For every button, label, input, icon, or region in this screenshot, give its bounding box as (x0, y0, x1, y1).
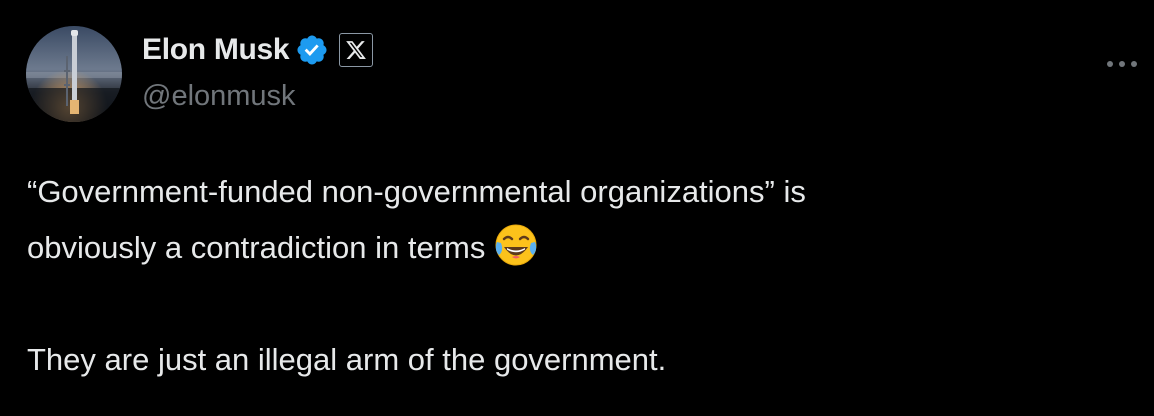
tweet-text-segment: obviously a contradiction in terms (27, 230, 486, 265)
x-logo-icon[interactable] (339, 33, 374, 67)
more-options-button[interactable] (1098, 48, 1146, 80)
author-display-name[interactable]: Elon Musk (142, 33, 290, 67)
tweet-text: “Government-funded non-governmental orga… (27, 164, 1127, 388)
author-handle[interactable]: @elonmusk (142, 80, 296, 113)
tweet-card: Elon Musk @elonmusk “Government-funded n… (0, 0, 1154, 416)
face-with-tears-of-joy-icon (493, 222, 539, 268)
author-name-row: Elon Musk (142, 30, 374, 70)
author-avatar[interactable] (26, 26, 122, 122)
tweet-text-line: obviously a contradiction in terms (27, 220, 1127, 276)
tweet-text-line: They are just an illegal arm of the gove… (27, 342, 667, 377)
rocket-launch-icon (26, 26, 122, 122)
more-options-icon (1107, 61, 1137, 67)
verified-badge-icon[interactable] (295, 33, 329, 67)
tweet-text-line: “Government-funded non-governmental orga… (27, 174, 806, 209)
